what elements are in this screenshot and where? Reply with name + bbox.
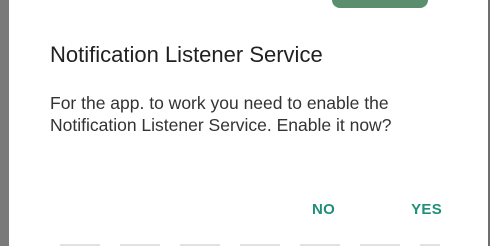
background-app-element bbox=[332, 0, 428, 8]
dialog-title: Notification Listener Service bbox=[50, 42, 323, 67]
dialog-message: For the app. to work you need to enable … bbox=[50, 93, 392, 135]
dialog-actions: NO YES bbox=[296, 193, 458, 227]
notification-listener-dialog: Notification Listener Service For the ap… bbox=[9, 8, 488, 244]
no-button[interactable]: NO bbox=[296, 193, 351, 227]
yes-button[interactable]: YES bbox=[395, 193, 458, 227]
background-scrim-left bbox=[0, 0, 9, 246]
